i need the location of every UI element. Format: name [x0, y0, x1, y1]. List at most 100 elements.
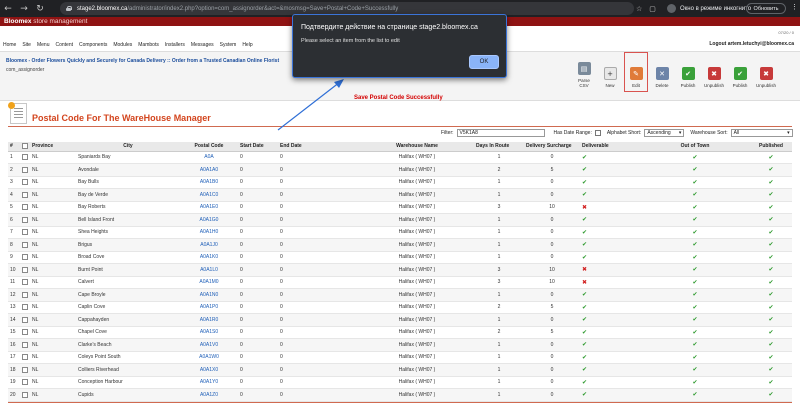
tick-icon[interactable]: ✔	[692, 204, 697, 211]
col-postal-code[interactable]: Postal Code	[180, 142, 238, 152]
row-checkbox[interactable]	[22, 154, 28, 161]
row-checkbox[interactable]	[22, 279, 28, 286]
row-postal-code[interactable]: A0A	[180, 151, 238, 164]
menu-item-content[interactable]: Content	[55, 42, 73, 48]
publish-button-1[interactable]: ✔ Publish	[676, 52, 700, 92]
row-checkbox[interactable]	[22, 191, 28, 198]
tick-icon[interactable]: ✔	[582, 154, 587, 161]
tick-icon[interactable]: ✔	[692, 329, 697, 336]
table-row[interactable]: 18 NL Colliers Riverhead A0A1X0 0 0 Halifax ( …	[8, 363, 792, 377]
row-postal-code[interactable]: A0A1Z0	[180, 388, 238, 402]
dialog-ok-button[interactable]: OK	[469, 55, 499, 69]
incognito-indicator[interactable]: Окно в режиме инкогнито	[667, 2, 751, 15]
tick-icon[interactable]: ✔	[768, 179, 773, 186]
table-row[interactable]: 5 NL Bay Roberts A0A1E0 0 0 Halifax ( WH07 ) 3 1…	[8, 201, 792, 214]
menu-item-system[interactable]: System	[220, 42, 237, 48]
row-postal-code[interactable]: A0A1K0	[180, 251, 238, 264]
tick-icon[interactable]: ✔	[768, 241, 773, 248]
alphabet-short-select[interactable]: Ascending ▾	[644, 129, 685, 137]
unpublish-button-2[interactable]: ✖ Unpublish	[754, 52, 778, 92]
tick-icon[interactable]: ✔	[582, 341, 587, 348]
tick-icon[interactable]: ✔	[692, 266, 697, 273]
reload-icon[interactable]: ↻	[32, 0, 48, 17]
row-postal-code[interactable]: A0A1H0	[180, 226, 238, 239]
tick-icon[interactable]: ✔	[582, 254, 587, 261]
tick-icon[interactable]: ✔	[768, 154, 773, 161]
row-checkbox[interactable]	[22, 341, 28, 348]
table-row[interactable]: 17 NL Coleys Point South A0A1W0 0 0 Halifax ( …	[8, 351, 792, 364]
col-province[interactable]: Province	[30, 142, 76, 152]
tick-icon[interactable]: ✔	[768, 341, 773, 348]
table-row[interactable]: 14 NL Cappahayden A0A1R0 0 0 Halifax ( WH07 ) 1…	[8, 313, 792, 327]
col-out-of-town[interactable]: Out of Town	[640, 142, 750, 152]
tick-icon[interactable]: ✔	[692, 366, 697, 373]
tick-icon[interactable]: ✔	[692, 391, 697, 398]
row-postal-code[interactable]: A0A1Y0	[180, 376, 238, 389]
menu-item-menu[interactable]: Menu	[37, 42, 50, 48]
tick-icon[interactable]: ✔	[768, 266, 773, 273]
menu-item-installers[interactable]: Installers	[165, 42, 185, 48]
tick-icon[interactable]: ✔	[582, 329, 587, 336]
tick-icon[interactable]: ✔	[692, 291, 697, 298]
table-row[interactable]: 1 NL Spaniards Bay A0A 0 0 Halifax ( WH07 ) 1 0 ✔…	[8, 151, 792, 164]
parse-csv-button[interactable]: ▤ Parse CSV	[572, 52, 596, 92]
tick-icon[interactable]: ✔	[768, 166, 773, 173]
table-row[interactable]: 3 NL Bay Bulls A0A1B0 0 0 Halifax ( WH07 ) 1 0 ✔ ✔…	[8, 176, 792, 189]
tick-icon[interactable]: ✔	[692, 379, 697, 386]
row-checkbox[interactable]	[22, 254, 28, 261]
table-row[interactable]: 8 NL Brigus A0A1J0 0 0 Halifax ( WH07 ) 1 0 ✔ ✔ ✔	[8, 238, 792, 252]
row-checkbox[interactable]	[22, 379, 28, 386]
cross-icon[interactable]: ✖	[582, 279, 587, 286]
row-checkbox[interactable]	[22, 354, 28, 361]
delete-button[interactable]: ✕ Delete	[650, 52, 674, 92]
row-postal-code[interactable]: A0A1W0	[180, 351, 238, 364]
tick-icon[interactable]: ✔	[692, 166, 697, 173]
row-postal-code[interactable]: A0A1J0	[180, 238, 238, 252]
row-checkbox[interactable]	[22, 204, 28, 211]
table-row[interactable]: 6 NL Bell Island Front A0A1G0 0 0 Halifax ( WH…	[8, 213, 792, 227]
col-delivery-surcharge[interactable]: Delivery Surcharge	[524, 142, 580, 152]
star-icon[interactable]: ☆	[636, 5, 642, 13]
cross-icon[interactable]: ✖	[582, 204, 587, 211]
row-checkbox[interactable]	[22, 316, 28, 323]
col-published[interactable]: Published	[750, 142, 792, 152]
publish-button-2[interactable]: ✔ Publish	[728, 52, 752, 92]
col-days-in-route[interactable]: Days In Route	[474, 142, 524, 152]
table-row[interactable]: 13 NL Caplin Cove A0A1P0 0 0 Halifax ( WH07 ) 2…	[8, 301, 792, 314]
tick-icon[interactable]: ✔	[692, 354, 697, 361]
tick-icon[interactable]: ✔	[692, 279, 697, 286]
row-postal-code[interactable]: A0A1L0	[180, 263, 238, 277]
tick-icon[interactable]: ✔	[692, 229, 697, 236]
unpublish-button-1[interactable]: ✖ Unpublish	[702, 52, 726, 92]
table-row[interactable]: 2 NL Avondale A0A1A0 0 0 Halifax ( WH07 ) 2 5 ✔ ✔ ✔	[8, 163, 792, 177]
row-postal-code[interactable]: A0A1C0	[180, 188, 238, 202]
row-postal-code[interactable]: A0A1E0	[180, 201, 238, 214]
menu-item-messages[interactable]: Messages	[191, 42, 214, 48]
tick-icon[interactable]: ✔	[692, 254, 697, 261]
tick-icon[interactable]: ✔	[768, 391, 773, 398]
menu-item-help[interactable]: Help	[242, 42, 252, 48]
row-checkbox[interactable]	[22, 166, 28, 173]
tick-icon[interactable]: ✔	[768, 354, 773, 361]
row-postal-code[interactable]: A0A1X0	[180, 363, 238, 377]
table-row[interactable]: 16 NL Clarke's Beach A0A1V0 0 0 Halifax ( WH07…	[8, 338, 792, 352]
table-row[interactable]: 7 NL Shea Heights A0A1H0 0 0 Halifax ( WH07 ) 1…	[8, 226, 792, 239]
tick-icon[interactable]: ✔	[768, 329, 773, 336]
tick-icon[interactable]: ✔	[582, 216, 587, 223]
extension-icon[interactable]: ▢	[649, 5, 656, 13]
tick-icon[interactable]: ✔	[768, 216, 773, 223]
tick-icon[interactable]: ✔	[582, 191, 587, 198]
row-postal-code[interactable]: A0A1R0	[180, 313, 238, 327]
row-checkbox[interactable]	[22, 216, 28, 223]
col-start-date[interactable]: Start Date	[238, 142, 278, 152]
tick-icon[interactable]: ✔	[768, 291, 773, 298]
tick-icon[interactable]: ✔	[768, 229, 773, 236]
row-checkbox[interactable]	[22, 241, 28, 248]
row-checkbox[interactable]	[22, 304, 28, 311]
tick-icon[interactable]: ✔	[582, 291, 587, 298]
row-checkbox[interactable]	[22, 179, 28, 186]
table-row[interactable]: 19 NL Conception Harbour A0A1Y0 0 0 Halifax ( …	[8, 376, 792, 389]
row-postal-code[interactable]: A0A1B0	[180, 176, 238, 189]
row-checkbox[interactable]	[22, 229, 28, 236]
menu-item-site[interactable]: Site	[22, 42, 31, 48]
